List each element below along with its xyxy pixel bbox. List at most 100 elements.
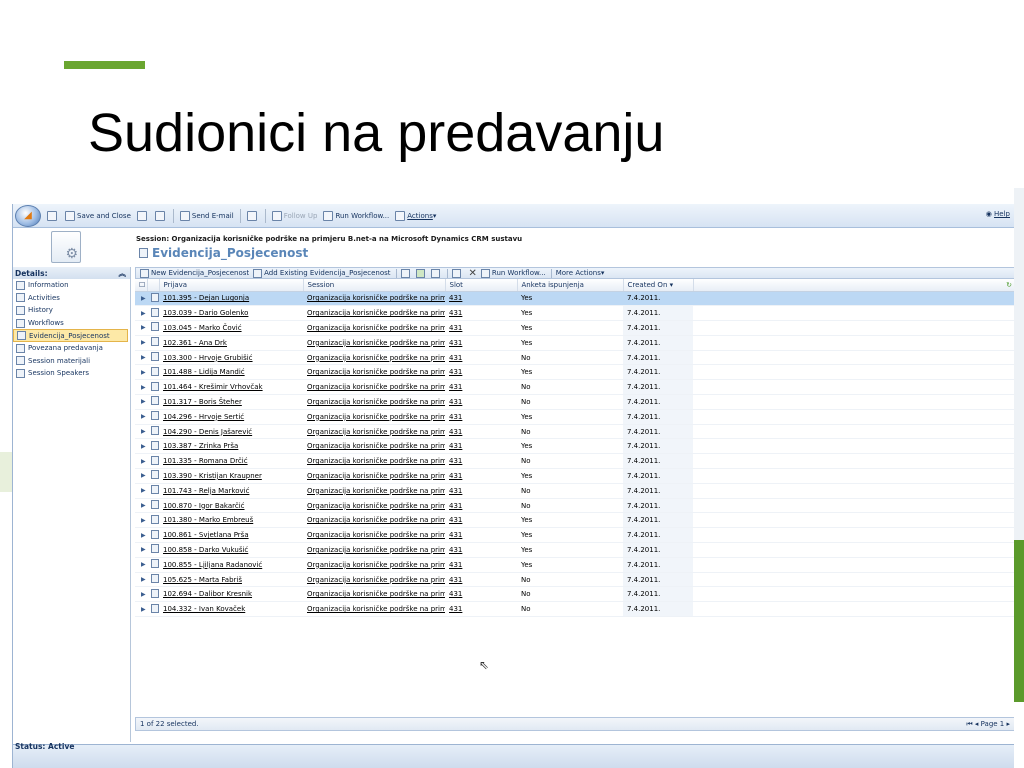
cell-prijava[interactable]: 103.300 - Hrvoje Grubišić	[159, 350, 303, 366]
cell-session[interactable]: Organizacija korisničke podrške na primj	[303, 586, 445, 603]
table-row[interactable]: ▶ 103.390 - Kristijan Kraupner Organizacij…	[135, 468, 1014, 484]
cell-prijava[interactable]: 104.332 - Ivan Kovaček	[159, 601, 303, 618]
cell-slot[interactable]: 431	[445, 394, 517, 410]
cell-slot[interactable]: 431	[445, 291, 517, 307]
cell-slot[interactable]: 431	[445, 438, 517, 455]
row-expand-icon[interactable]: ▶	[135, 527, 147, 544]
row-expand-icon[interactable]: ▶	[135, 572, 147, 588]
cell-prijava[interactable]: 101.464 - Krešimir Vrhovčak	[159, 379, 303, 396]
cell-slot[interactable]: 431	[445, 527, 517, 544]
new-record-button[interactable]: New Evidencija_Posjecenost	[140, 268, 249, 278]
table-row[interactable]: ▶ 101.743 - Relja Marković Organizacija ko…	[135, 483, 1014, 499]
cell-slot[interactable]: 431	[445, 350, 517, 366]
row-expand-icon[interactable]: ▶	[135, 483, 147, 499]
cell-prijava[interactable]: 101.743 - Relja Marković	[159, 483, 303, 499]
delete-icon[interactable]: ✕	[469, 268, 477, 279]
new-record-icon[interactable]	[136, 210, 149, 221]
cell-slot[interactable]: 431	[445, 542, 517, 558]
table-row[interactable]: ▶ 103.039 - Dario Golenko Organizacija kor…	[135, 305, 1014, 322]
row-expand-icon[interactable]: ▶	[135, 335, 147, 351]
row-expand-icon[interactable]: ▶	[135, 453, 147, 470]
column-header-created-on[interactable]: Created On ▾	[623, 279, 694, 292]
save-and-close-button[interactable]: Save and Close	[65, 210, 131, 221]
sidebar-item[interactable]: Activities	[13, 292, 130, 305]
row-expand-icon[interactable]: ▶	[135, 438, 147, 455]
cell-prijava[interactable]: 104.290 - Denis Jašarević	[159, 424, 303, 440]
cell-slot[interactable]: 431	[445, 305, 517, 322]
table-row[interactable]: ▶ 101.395 - Dejan Lugonja Organizacija kor…	[135, 291, 1014, 307]
column-header-prijava[interactable]: Prijava	[159, 279, 304, 292]
cell-slot[interactable]: 431	[445, 512, 517, 529]
cell-session[interactable]: Organizacija korisničke podrške na primj	[303, 453, 445, 470]
cell-slot[interactable]: 431	[445, 483, 517, 499]
table-row[interactable]: ▶ 102.694 - Dalibor Kresnik Organizacija k…	[135, 586, 1014, 603]
attach-icon[interactable]	[246, 210, 259, 221]
table-row[interactable]: ▶ 100.870 - Igor Bakarčić Organizacija kor…	[135, 498, 1014, 514]
table-row[interactable]: ▶ 101.464 - Krešimir Vrhovčak Organizacija…	[135, 379, 1014, 396]
cell-slot[interactable]: 431	[445, 498, 517, 514]
sidebar-item[interactable]: Session materijali	[13, 355, 130, 368]
grid-run-workflow-button[interactable]: Run Workflow...	[480, 268, 546, 278]
cell-slot[interactable]: 431	[445, 453, 517, 470]
column-header-slot[interactable]: Slot	[445, 279, 518, 292]
table-row[interactable]: ▶ 100.855 - Ljiljana Radanović Organizacij…	[135, 557, 1014, 573]
row-expand-icon[interactable]: ▶	[135, 498, 147, 514]
row-expand-icon[interactable]: ▶	[135, 364, 147, 381]
run-workflow-button[interactable]: Run Workflow...	[323, 210, 389, 221]
cell-session[interactable]: Organizacija korisničke podrške na primj	[303, 305, 445, 322]
cell-session[interactable]: Organizacija korisničke podrške na primj	[303, 424, 445, 440]
actions-menu[interactable]: Actions ▾	[395, 210, 436, 221]
cell-prijava[interactable]: 105.625 - Marta Fabriš	[159, 572, 303, 588]
table-row[interactable]: ▶ 100.858 - Darko Vukušić Organizacija kor…	[135, 542, 1014, 558]
column-header-anketa[interactable]: Anketa ispunjenja	[517, 279, 624, 292]
table-row[interactable]: ▶ 103.387 - Zrinka Prša Organizacija koris…	[135, 438, 1014, 455]
cell-prijava[interactable]: 101.317 - Boris Šteher	[159, 394, 303, 410]
row-expand-icon[interactable]: ▶	[135, 424, 147, 440]
table-row[interactable]: ▶ 100.861 - Svjetlana Prša Organizacija ko…	[135, 527, 1014, 544]
crm-menu-button[interactable]: ◢	[15, 204, 41, 227]
follow-up-button[interactable]: Follow Up	[271, 210, 317, 221]
cell-session[interactable]: Organizacija korisničke podrške na primj	[303, 409, 445, 425]
cell-slot[interactable]: 431	[445, 572, 517, 588]
cell-prijava[interactable]: 101.380 - Marko Embreuš	[159, 512, 303, 529]
cell-session[interactable]: Organizacija korisničke podrške na primj	[303, 291, 445, 307]
cell-session[interactable]: Organizacija korisničke podrške na primj	[303, 557, 445, 573]
table-row[interactable]: ▶ 101.317 - Boris Šteher Organizacija kori…	[135, 394, 1014, 410]
cell-session[interactable]: Organizacija korisničke podrške na primj	[303, 542, 445, 558]
cell-session[interactable]: Organizacija korisničke podrške na primj	[303, 364, 445, 381]
next-page-icon[interactable]: ▸	[1004, 720, 1010, 728]
table-row[interactable]: ▶ 102.361 - Ana Drk Organizacija korisničk…	[135, 335, 1014, 351]
row-expand-icon[interactable]: ▶	[135, 379, 147, 396]
cell-session[interactable]: Organizacija korisničke podrške na primj	[303, 320, 445, 336]
cell-slot[interactable]: 431	[445, 409, 517, 425]
cell-slot[interactable]: 431	[445, 335, 517, 351]
row-expand-icon[interactable]: ▶	[135, 409, 147, 425]
cell-session[interactable]: Organizacija korisničke podrške na primj	[303, 572, 445, 588]
cell-slot[interactable]: 431	[445, 364, 517, 381]
first-page-icon[interactable]: ⏮	[966, 720, 975, 728]
cell-session[interactable]: Organizacija korisničke podrške na primj	[303, 379, 445, 396]
table-row[interactable]: ▶ 105.625 - Marta Fabriš Organizacija kori…	[135, 572, 1014, 588]
print-grid-button[interactable]	[400, 268, 412, 278]
cell-prijava[interactable]: 104.296 - Hrvoje Sertić	[159, 409, 303, 425]
cell-prijava[interactable]: 102.694 - Dalibor Kresnik	[159, 586, 303, 603]
more-actions-menu[interactable]: More Actions ▾	[556, 269, 605, 277]
cell-prijava[interactable]: 101.335 - Romana Drčić	[159, 453, 303, 470]
cell-prijava[interactable]: 102.361 - Ana Drk	[159, 335, 303, 351]
sidebar-item[interactable]: Information	[13, 279, 130, 292]
cell-slot[interactable]: 431	[445, 468, 517, 484]
cell-session[interactable]: Organizacija korisničke podrške na primj	[303, 438, 445, 455]
row-expand-icon[interactable]: ▶	[135, 542, 147, 558]
cell-session[interactable]: Organizacija korisničke podrške na primj	[303, 601, 445, 618]
cell-session[interactable]: Organizacija korisničke podrške na primj	[303, 350, 445, 366]
cell-prijava[interactable]: 101.488 - Lidija Mandić	[159, 364, 303, 381]
sidebar-item[interactable]: Workflows	[13, 317, 130, 330]
details-header[interactable]: Details: ︽	[13, 267, 130, 279]
row-expand-icon[interactable]: ▶	[135, 350, 147, 366]
add-existing-button[interactable]: Add Existing Evidencija_Posjecenost	[253, 268, 391, 278]
cell-prijava[interactable]: 100.858 - Darko Vukušić	[159, 542, 303, 558]
cell-session[interactable]: Organizacija korisničke podrške na primj	[303, 512, 445, 529]
cell-prijava[interactable]: 100.870 - Igor Bakarčić	[159, 498, 303, 514]
send-email-button[interactable]: Send E-mail	[179, 210, 234, 221]
cell-slot[interactable]: 431	[445, 601, 517, 618]
